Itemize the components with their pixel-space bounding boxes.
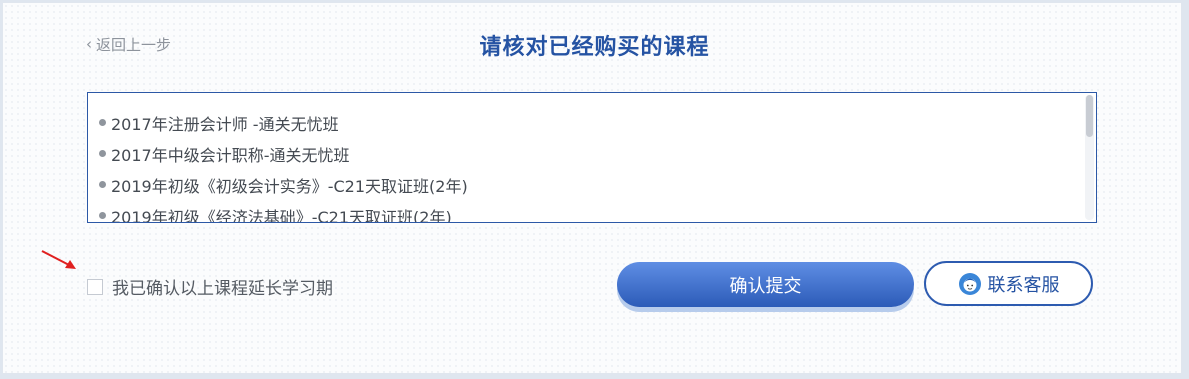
contact-button-label: 联系客服	[987, 274, 1060, 296]
page-title: 请核对已经购买的课程	[479, 35, 710, 60]
bullet-icon	[99, 212, 106, 219]
list-item: 2019年初级《经济法基础》-C21天取证班(2年)	[99, 200, 1096, 223]
course-name: 2019年初级《经济法基础》-C21天取证班(2年)	[111, 207, 452, 223]
customer-service-icon	[958, 272, 982, 296]
confirm-checkbox-label[interactable]: 我已确认以上课程延长学习期	[112, 274, 333, 299]
confirm-checkbox[interactable]	[87, 278, 103, 295]
course-name: 2019年初级《初级会计实务》-C21天取证班(2年)	[111, 176, 468, 196]
submit-button[interactable]: 确认提交	[617, 262, 914, 307]
bullet-icon	[99, 119, 106, 126]
course-name: 2017年注册会计师 -通关无忧班	[111, 114, 339, 134]
list-item: 2017年注册会计师 -通关无忧班	[99, 107, 1096, 138]
course-list: 2017年注册会计师 -通关无忧班 2017年中级会计职称-通关无忧班 2019…	[88, 93, 1096, 223]
red-arrow-icon	[41, 250, 76, 269]
bullet-icon	[99, 150, 106, 157]
course-name: 2017年中级会计职称-通关无忧班	[111, 145, 350, 165]
list-item: 2019年初级《初级会计实务》-C21天取证班(2年)	[99, 169, 1096, 200]
contact-support-button[interactable]: 联系客服	[924, 261, 1093, 306]
vertical-scrollbar[interactable]	[1085, 95, 1094, 220]
confirm-checkbox-row[interactable]: 我已确认以上课程延长学习期	[87, 274, 333, 299]
list-item: 2017年中级会计职称-通关无忧班	[99, 138, 1096, 169]
bullet-icon	[99, 181, 106, 188]
scrollbar-thumb[interactable]	[1086, 95, 1093, 137]
submit-button-label: 确认提交	[729, 275, 802, 297]
course-list-box[interactable]: 2017年注册会计师 -通关无忧班 2017年中级会计职称-通关无忧班 2019…	[87, 92, 1097, 223]
